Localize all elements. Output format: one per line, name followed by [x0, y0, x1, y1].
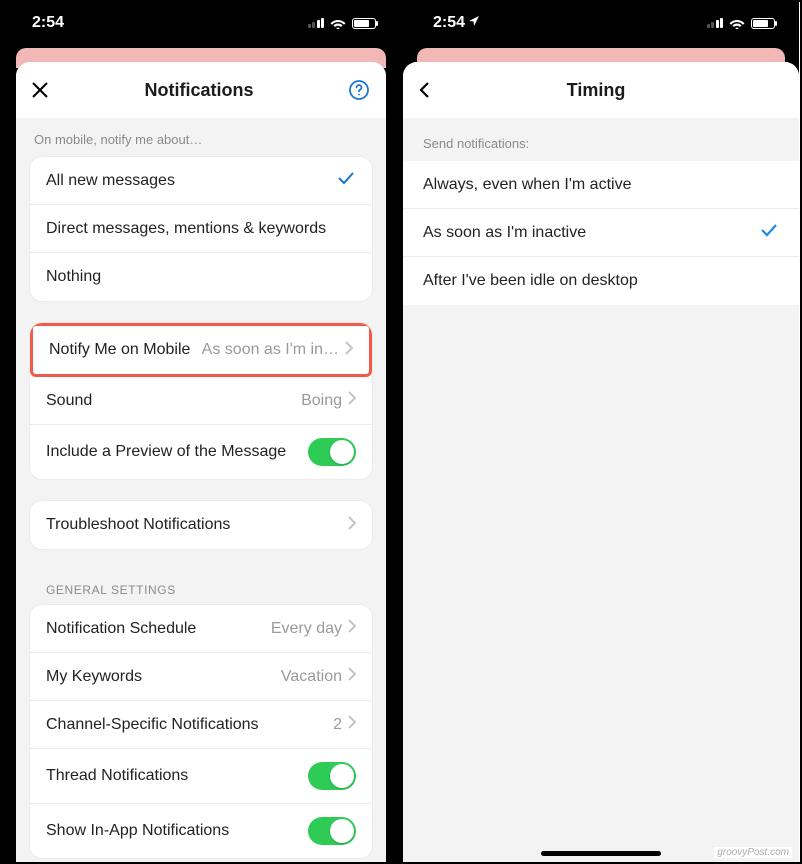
nav-header: Notifications [16, 62, 386, 118]
phone-left: 2:54 Notifications On mobile, notify me … [2, 2, 400, 862]
phone-right: 2:54 Timing Send notifications: Always, … [400, 2, 799, 862]
toggle-preview[interactable] [308, 438, 356, 466]
location-icon [469, 16, 479, 26]
row-preview[interactable]: Include a Preview of the Message [30, 425, 372, 479]
status-right [707, 17, 776, 29]
option-inactive[interactable]: As soon as I'm inactive [403, 209, 799, 257]
general-settings-group: Notification Schedule Every day My Keywo… [30, 605, 372, 858]
back-icon[interactable] [417, 80, 431, 100]
chevron-right-icon [348, 516, 356, 535]
troubleshoot-group: Troubleshoot Notifications [30, 501, 372, 549]
status-bar: 2:54 [403, 2, 799, 48]
row-keywords[interactable]: My Keywords Vacation [30, 653, 372, 701]
option-direct-messages[interactable]: Direct messages, mentions & keywords [30, 205, 372, 253]
signal-icon [308, 18, 325, 28]
status-right [308, 17, 377, 29]
page-title: Notifications [50, 80, 348, 101]
general-settings-title: GENERAL SETTINGS [16, 571, 386, 605]
checkmark-icon [759, 223, 779, 242]
help-icon[interactable] [348, 79, 372, 101]
chevron-right-icon [348, 391, 356, 410]
watermark: groovyPost.com [714, 847, 792, 858]
option-all-messages[interactable]: All new messages [30, 157, 372, 205]
chevron-right-icon [348, 715, 356, 734]
section-hint: Send notifications: [403, 118, 799, 161]
row-sound[interactable]: Sound Boing [30, 377, 372, 425]
row-channel-specific[interactable]: Channel-Specific Notifications 2 [30, 701, 372, 749]
home-indicator[interactable] [541, 851, 661, 856]
battery-icon [352, 18, 376, 29]
option-always[interactable]: Always, even when I'm active [403, 161, 799, 209]
row-thread[interactable]: Thread Notifications [30, 749, 372, 804]
timing-options: Always, even when I'm active As soon as … [403, 161, 799, 305]
row-inapp[interactable]: Show In-App Notifications [30, 804, 372, 858]
battery-icon [751, 18, 775, 29]
timing-panel: Timing Send notifications: Always, even … [403, 62, 799, 862]
row-troubleshoot[interactable]: Troubleshoot Notifications [30, 501, 372, 549]
status-bar: 2:54 [2, 2, 400, 48]
row-notify-mobile[interactable]: Notify Me on Mobile As soon as I'm in… [33, 326, 369, 374]
checkmark-icon [336, 171, 356, 190]
close-icon[interactable] [30, 80, 50, 100]
option-nothing[interactable]: Nothing [30, 253, 372, 301]
notify-about-group: All new messages Direct messages, mentio… [30, 157, 372, 301]
status-time: 2:54 [32, 14, 64, 32]
toggle-inapp[interactable] [308, 817, 356, 845]
notifications-panel: Notifications On mobile, notify me about… [16, 62, 386, 862]
section-hint: On mobile, notify me about… [16, 118, 386, 157]
chevron-right-icon [345, 341, 353, 360]
signal-icon [707, 18, 724, 28]
wifi-icon [729, 17, 745, 29]
wifi-icon [330, 17, 346, 29]
toggle-thread[interactable] [308, 762, 356, 790]
mobile-settings-group: Notify Me on Mobile As soon as I'm in… S… [30, 323, 372, 479]
chevron-right-icon [348, 619, 356, 638]
nav-header: Timing [403, 62, 799, 118]
option-idle[interactable]: After I've been idle on desktop [403, 257, 799, 305]
row-schedule[interactable]: Notification Schedule Every day [30, 605, 372, 653]
page-title: Timing [431, 80, 761, 101]
highlight-box: Notify Me on Mobile As soon as I'm in… [30, 323, 372, 377]
chevron-right-icon [348, 667, 356, 686]
status-time: 2:54 [433, 14, 479, 32]
